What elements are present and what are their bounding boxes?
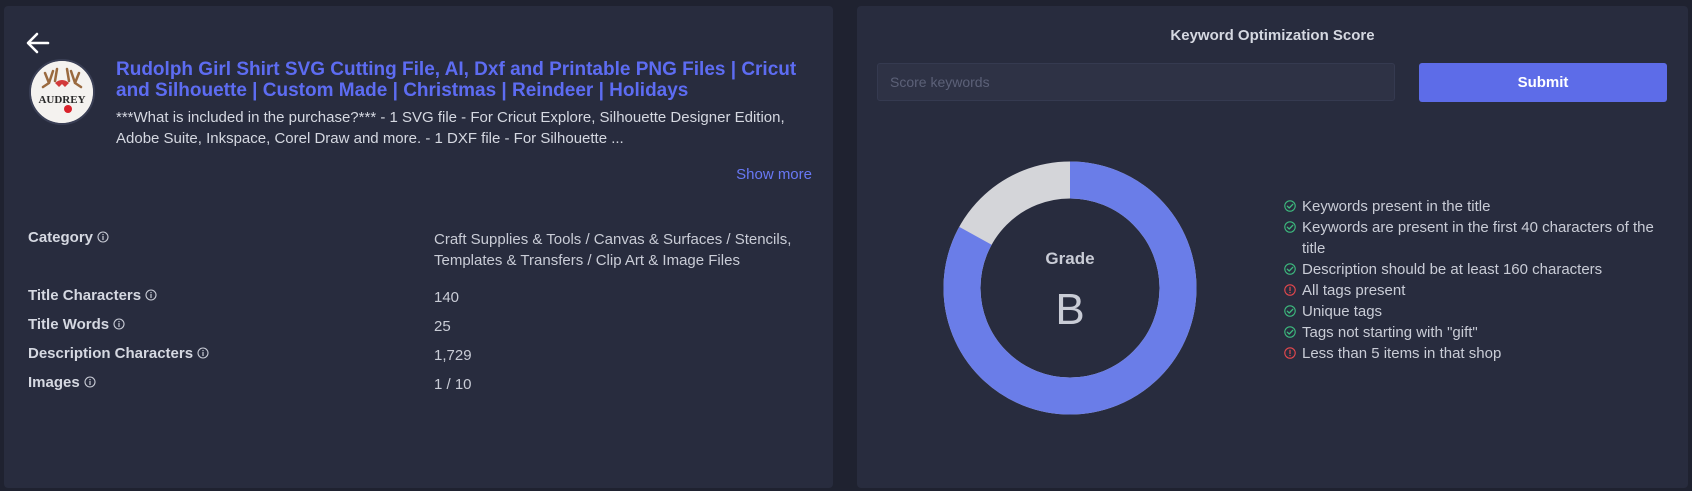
submit-button[interactable]: Submit bbox=[1419, 63, 1667, 102]
check-item: Keywords are present in the first 40 cha… bbox=[1284, 217, 1654, 259]
check-item: Unique tags bbox=[1284, 301, 1654, 322]
grade-label: Grade bbox=[1045, 249, 1094, 268]
check-item: Tags not starting with "gift" bbox=[1284, 322, 1654, 343]
category-label: Category bbox=[28, 229, 94, 246]
check-circle-icon bbox=[1284, 221, 1296, 233]
alert-circle-icon bbox=[1284, 347, 1296, 359]
check-item: Keywords present in the title bbox=[1284, 196, 1654, 217]
product-thumbnail[interactable]: AUDREY bbox=[29, 59, 95, 125]
check-circle-icon bbox=[1284, 305, 1296, 317]
check-item-text: Tags not starting with "gift" bbox=[1302, 324, 1478, 341]
grade-donut-chart: Grade B bbox=[943, 161, 1197, 415]
title-words-label: Title Words bbox=[28, 316, 110, 333]
check-item: All tags present bbox=[1284, 280, 1654, 301]
images-value: 1 / 10 bbox=[434, 376, 472, 393]
info-icon[interactable] bbox=[113, 317, 125, 330]
description-characters-value: 1,729 bbox=[434, 347, 472, 364]
check-circle-icon bbox=[1284, 326, 1296, 338]
score-panel-title: Keyword Optimization Score bbox=[1170, 27, 1375, 44]
product-title-link[interactable]: Rudolph Girl Shirt SVG Cutting File, AI,… bbox=[116, 59, 816, 101]
listing-details-panel: AUDREY Rudolph Girl Shirt SVG Cutting Fi… bbox=[4, 6, 833, 488]
keyword-score-panel: Keyword Optimization Score Submit Grade … bbox=[857, 6, 1688, 488]
info-icon[interactable] bbox=[197, 346, 209, 359]
score-keywords-input[interactable] bbox=[877, 63, 1395, 101]
check-circle-icon bbox=[1284, 200, 1296, 212]
score-checklist: Keywords present in the title Keywords ar… bbox=[1284, 196, 1654, 364]
title-words-value: 25 bbox=[434, 318, 451, 335]
category-value: Craft Supplies & Tools / Canvas & Surfac… bbox=[434, 231, 792, 269]
check-item-text: Less than 5 items in that shop bbox=[1302, 345, 1502, 362]
images-label: Images bbox=[28, 374, 80, 391]
product-description: ***What is included in the purchase?*** … bbox=[116, 109, 785, 147]
check-item: Less than 5 items in that shop bbox=[1284, 343, 1654, 364]
check-item-text: All tags present bbox=[1302, 282, 1406, 299]
thumbnail-name-text: AUDREY bbox=[38, 94, 85, 106]
info-icon[interactable] bbox=[84, 375, 96, 388]
check-item-text: Keywords present in the title bbox=[1302, 198, 1491, 215]
alert-circle-icon bbox=[1284, 284, 1296, 296]
info-icon[interactable] bbox=[97, 230, 109, 243]
description-characters-label: Description Characters bbox=[28, 345, 194, 362]
grade-value: B bbox=[1055, 285, 1084, 334]
check-circle-icon bbox=[1284, 263, 1296, 275]
title-characters-label: Title Characters bbox=[28, 287, 142, 304]
show-more-link[interactable]: Show more bbox=[736, 166, 812, 183]
check-item-text: Unique tags bbox=[1302, 303, 1383, 320]
info-icon[interactable] bbox=[145, 288, 157, 301]
check-item-text: Keywords are present in the first 40 cha… bbox=[1302, 219, 1654, 257]
check-item: Description should be at least 160 chara… bbox=[1284, 259, 1654, 280]
check-item-text: Description should be at least 160 chara… bbox=[1302, 261, 1603, 278]
back-arrow-icon[interactable] bbox=[26, 32, 54, 58]
title-characters-value: 140 bbox=[434, 289, 460, 306]
